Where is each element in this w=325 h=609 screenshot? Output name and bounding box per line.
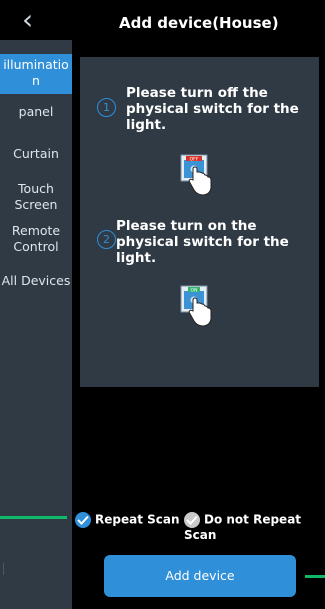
sidebar-item-illumination[interactable]: illuminatio n <box>0 54 72 94</box>
switch-off-label: OFF <box>190 157 199 163</box>
repeat-scan-label: Repeat Scan <box>95 512 180 527</box>
sidebar-item-label: All Devices <box>1 273 71 288</box>
sidebar-item-curtain[interactable]: Curtain <box>0 146 72 162</box>
sidebar-item-remote-control[interactable]: Remote Control <box>0 223 72 255</box>
back-chevron-icon[interactable]: ‹ <box>22 6 33 34</box>
no-repeat-scan-label: Do not Repeat Scan <box>184 512 302 543</box>
instruction-panel: 1 Please turn off the physical switch fo… <box>80 57 319 387</box>
marker-line <box>0 516 67 519</box>
sidebar-item-label: Curtain <box>13 146 59 161</box>
edge-mark <box>0 563 4 575</box>
marker-line <box>305 575 325 578</box>
sidebar-item-all-devices[interactable]: All Devices <box>0 273 72 289</box>
add-device-button[interactable]: Add device <box>104 555 296 597</box>
switch-off-icon: OFF <box>180 154 216 196</box>
step-number-badge: 1 <box>97 98 116 117</box>
header: ‹ Add device(House) <box>0 0 325 40</box>
page-title: Add device(House) <box>119 14 279 32</box>
sidebar-item-touch-screen[interactable]: Touch Screen <box>0 181 72 213</box>
sidebar-item-label: Remote Control <box>11 223 61 254</box>
sidebar-item-panel[interactable]: panel <box>0 104 72 120</box>
checkbox-unchecked-icon[interactable] <box>184 512 200 528</box>
step-number-badge: 2 <box>97 230 116 249</box>
sidebar-item-label: illuminatio n <box>3 57 69 88</box>
sidebar: illuminatio n panel Curtain Touch Screen… <box>0 40 72 609</box>
sidebar-item-label: Touch Screen <box>14 181 58 212</box>
switch-on-label: ON <box>191 288 198 294</box>
switch-on-icon: ON <box>180 285 216 327</box>
checkbox-checked-icon[interactable] <box>75 512 91 528</box>
step-text: Please turn off the physical switch for … <box>126 85 299 133</box>
no-repeat-scan-option[interactable]: Do not Repeat Scan <box>184 512 325 542</box>
repeat-scan-option[interactable]: Repeat Scan <box>75 512 180 528</box>
step-text: Please turn on the physical switch for t… <box>116 218 289 266</box>
sidebar-item-label: panel <box>18 104 54 119</box>
